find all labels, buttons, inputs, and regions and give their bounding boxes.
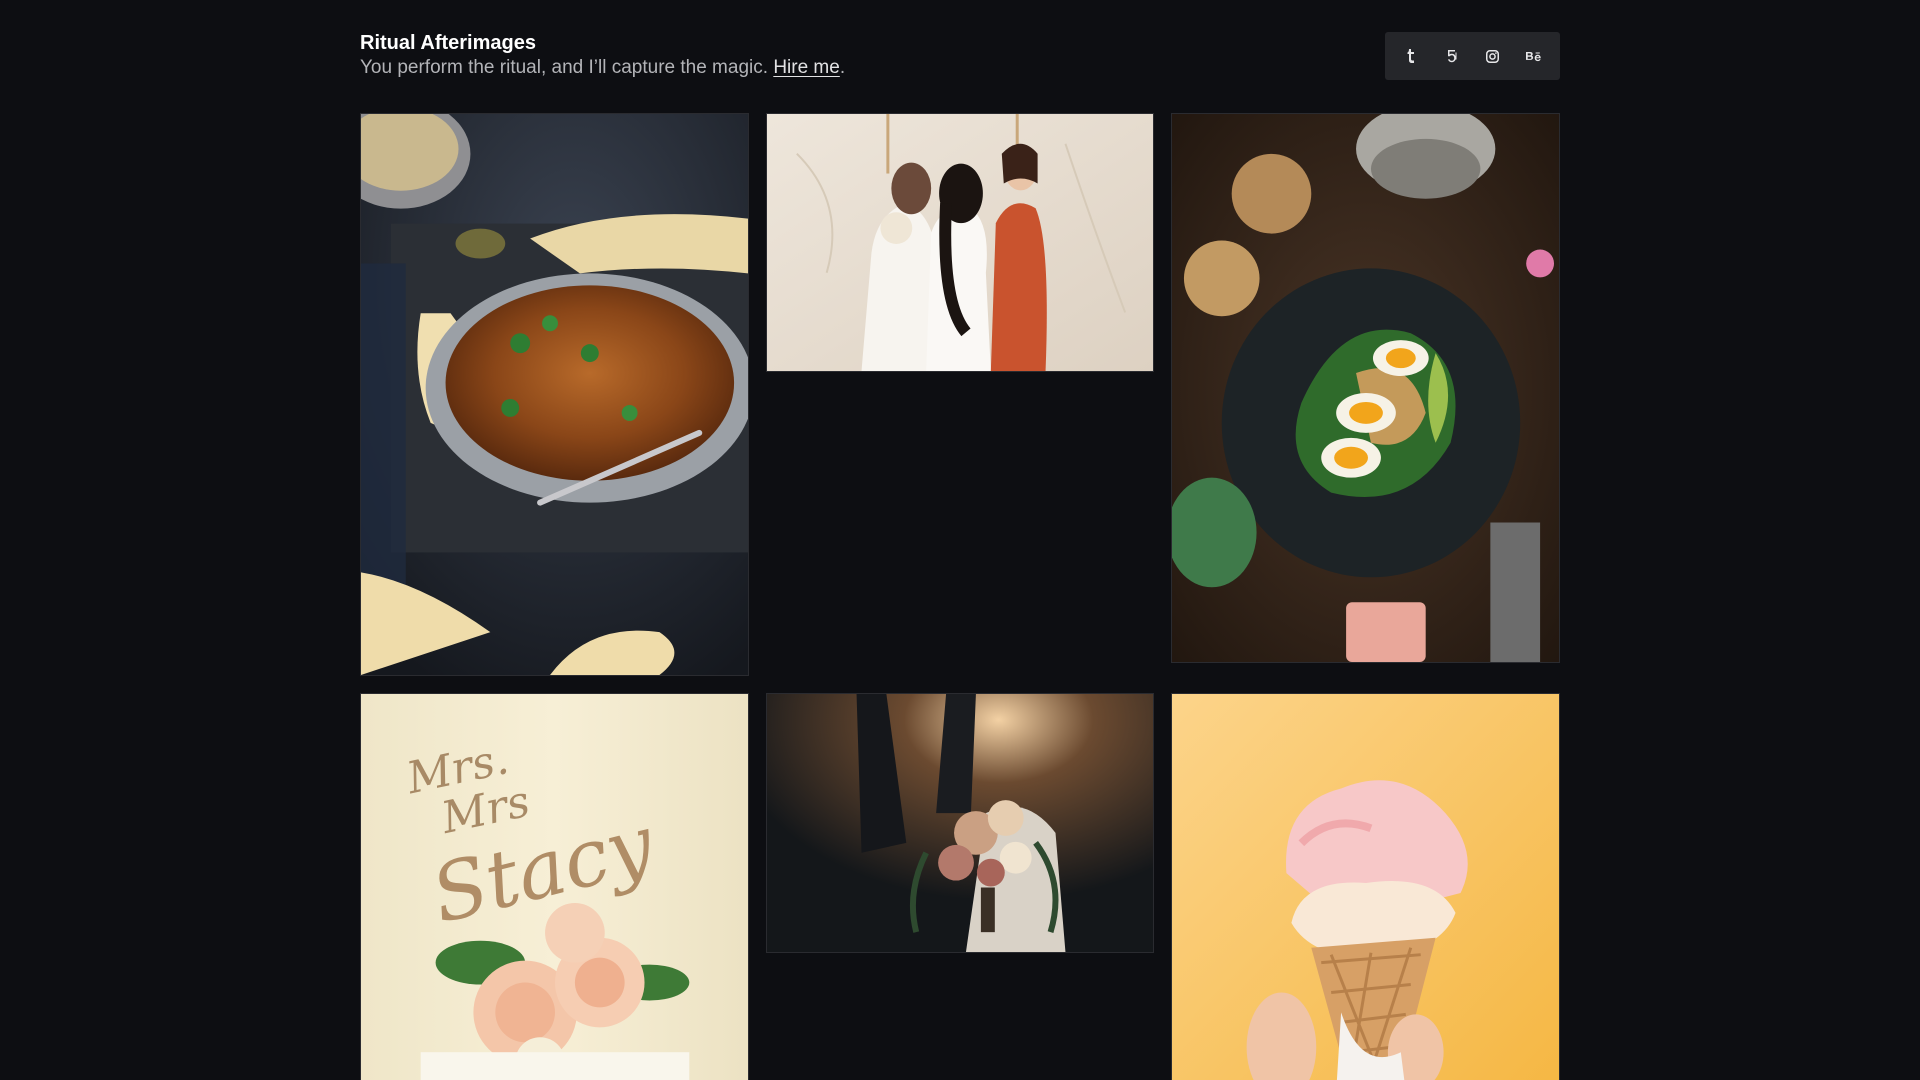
- behance-icon: [1525, 51, 1542, 62]
- tumblr-icon: [1405, 49, 1417, 63]
- photo-egg-avocado-toast[interactable]: [1171, 113, 1560, 663]
- fivehundredpx-icon: [1446, 49, 1458, 63]
- hire-me-link[interactable]: Hire me: [773, 57, 840, 78]
- photo-curry-dish[interactable]: [360, 113, 749, 676]
- tagline-period: .: [839, 57, 846, 78]
- bridal-bouquet-image: [767, 694, 1153, 952]
- social-links: [1385, 32, 1560, 80]
- curry-dish-image: [361, 114, 748, 675]
- egg-avocado-toast-image: [1172, 114, 1559, 662]
- tumblr-link[interactable]: [1395, 40, 1427, 72]
- site-title[interactable]: Ritual Afterimages: [360, 32, 536, 55]
- wedding-couple-image: [767, 114, 1153, 371]
- photo-bridal-bouquet[interactable]: [766, 693, 1154, 953]
- page: Ritual Afterimages You perform the ritua…: [0, 0, 1920, 1080]
- fivehundredpx-link[interactable]: [1436, 40, 1468, 72]
- site-header: Ritual Afterimages You perform the ritua…: [360, 30, 1560, 82]
- cake-topper-image: Mrs. Mrs Stacy: [361, 694, 748, 1080]
- photo-ice-cream-cone[interactable]: [1171, 693, 1560, 1080]
- photo-gallery: Mrs. Mrs Stacy: [360, 113, 1560, 1080]
- tagline-text: You perform the ritual, and I’ll capture…: [360, 57, 769, 78]
- tagline: You perform the ritual, and I’ll capture…: [360, 57, 845, 79]
- instagram-icon: [1486, 49, 1500, 63]
- photo-wedding-couple[interactable]: [766, 113, 1154, 372]
- ice-cream-cone-image: [1172, 694, 1559, 1080]
- instagram-link[interactable]: [1477, 40, 1509, 72]
- photo-cake-topper[interactable]: Mrs. Mrs Stacy: [360, 693, 749, 1080]
- behance-link[interactable]: [1518, 40, 1550, 72]
